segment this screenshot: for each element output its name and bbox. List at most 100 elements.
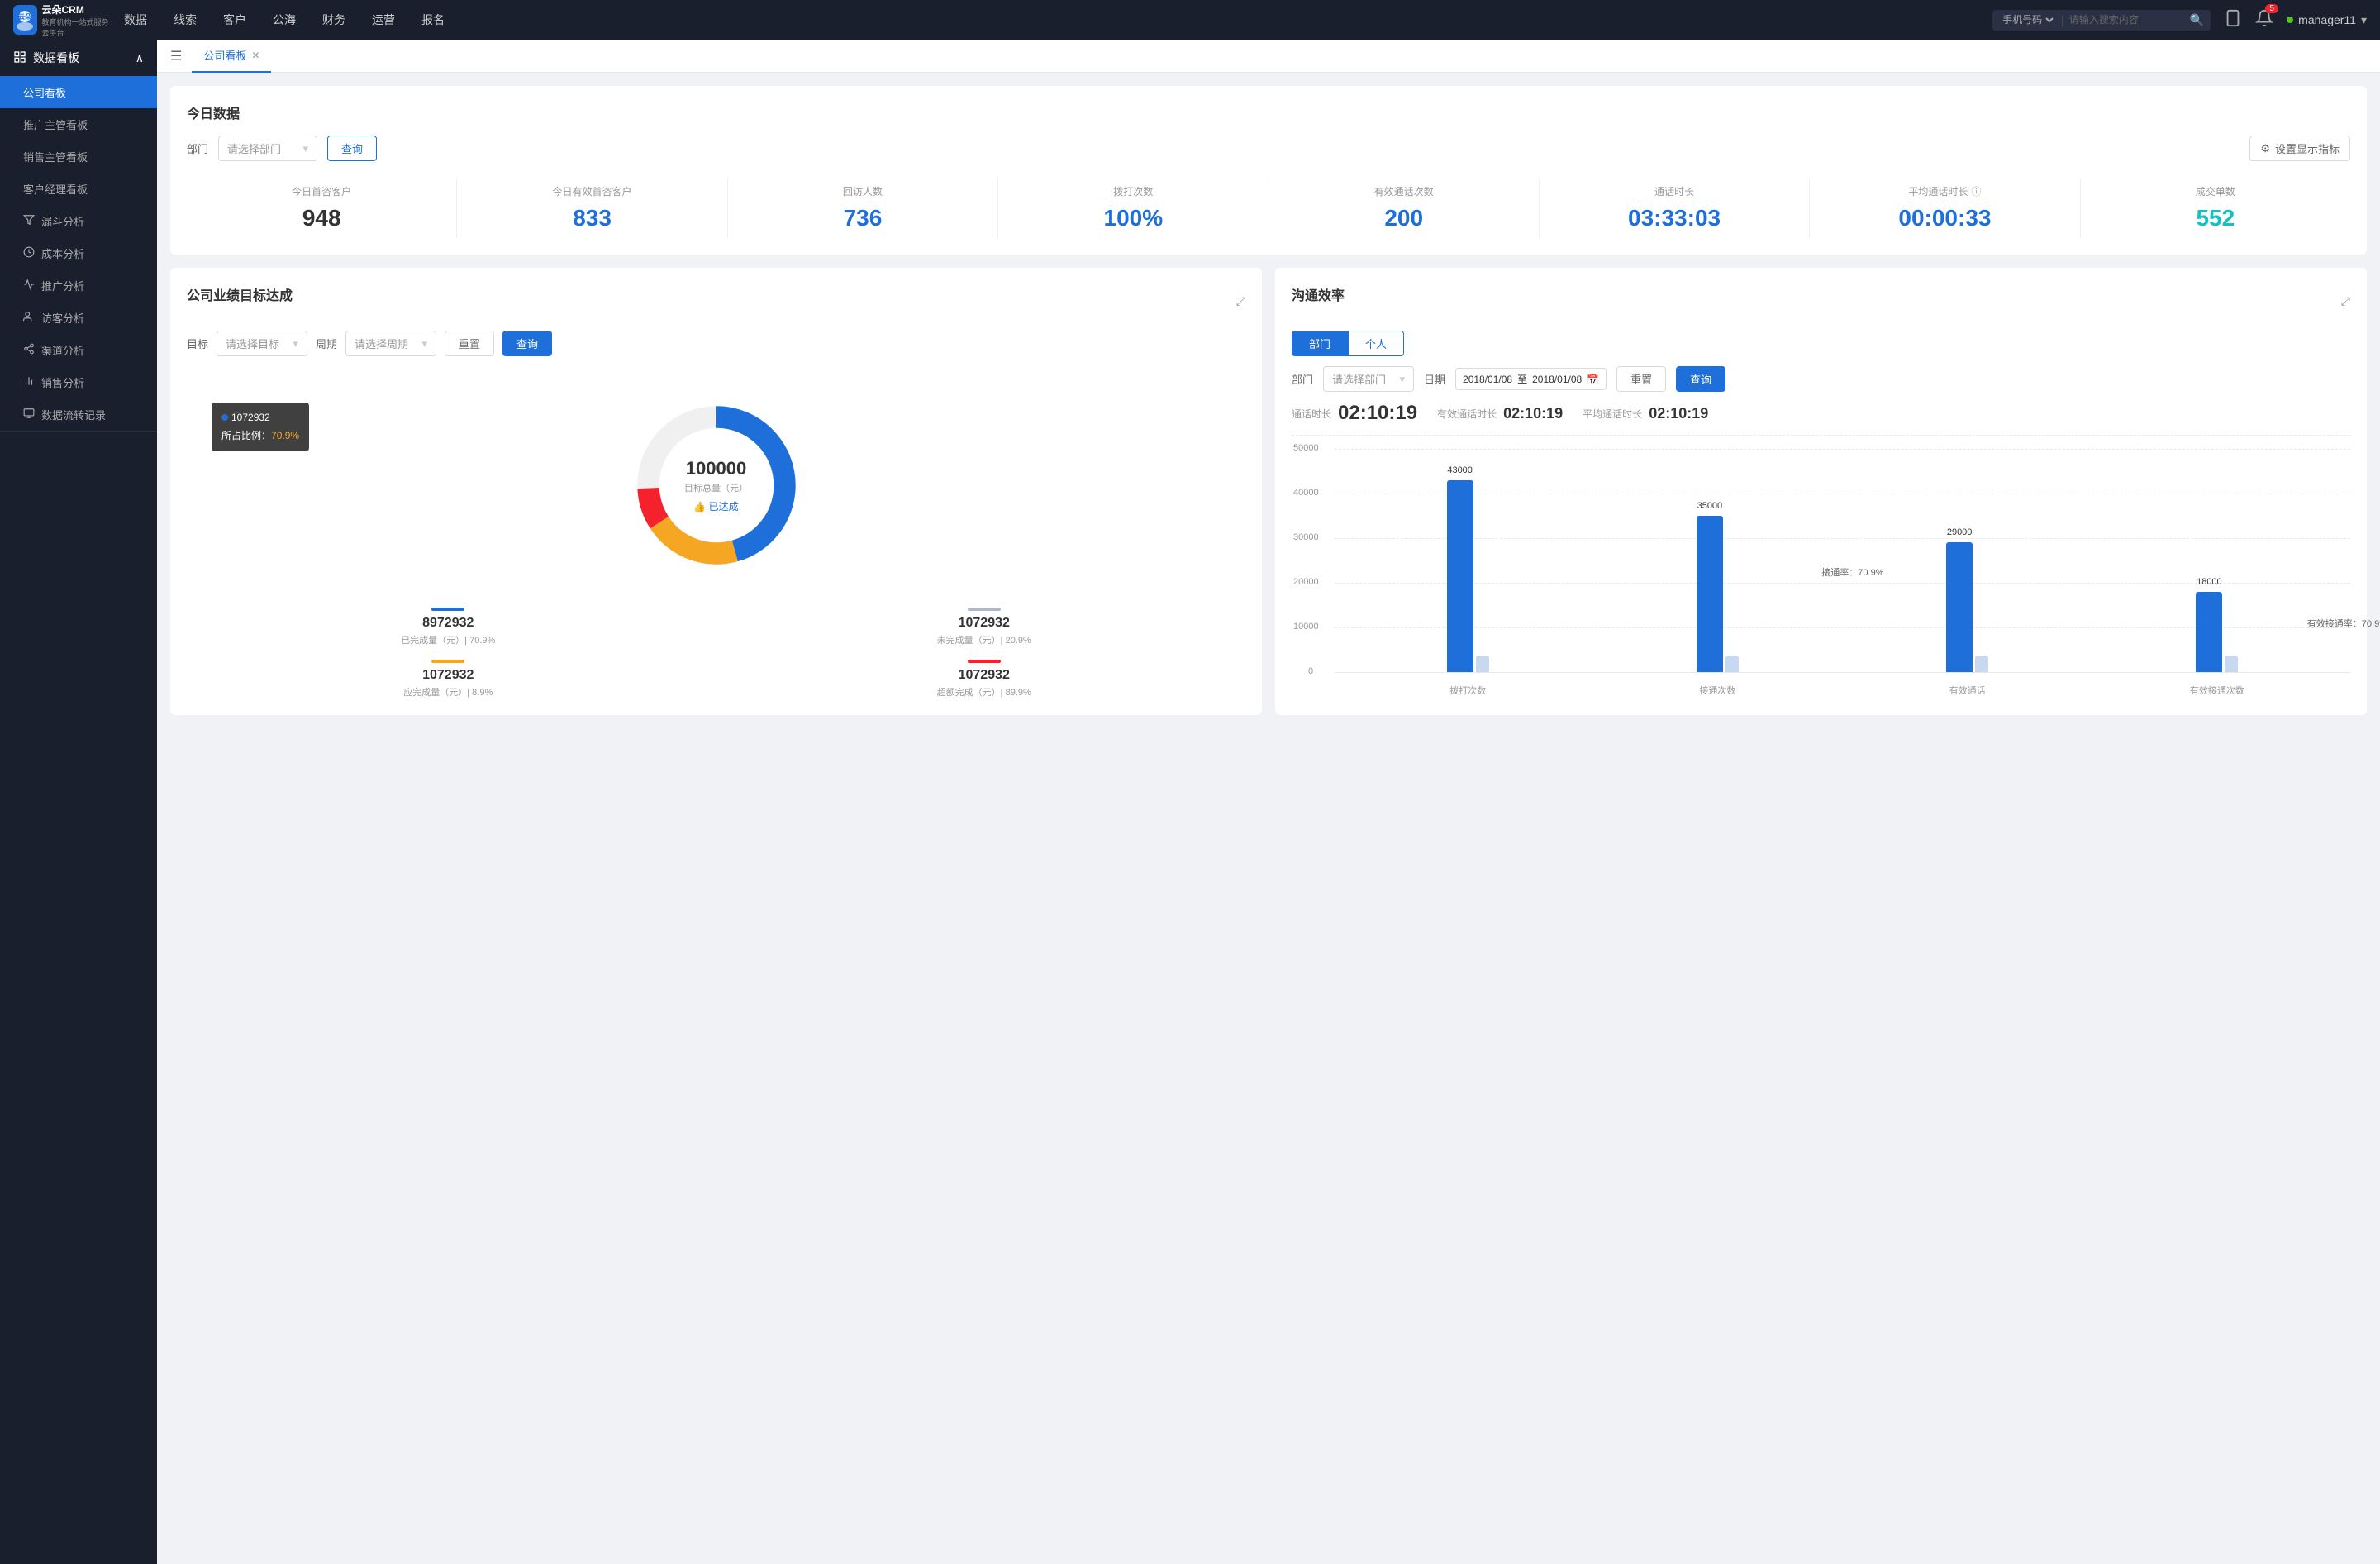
bar-connect-secondary [1726, 656, 1739, 672]
nav-item-leads[interactable]: 线索 [162, 7, 208, 33]
funnel-icon [23, 214, 35, 228]
nav-items: 数据 线索 客户 公海 财务 运营 报名 [112, 7, 1992, 33]
bar-group-effective: 29000 [1843, 542, 2092, 672]
y-label-0: 0 [1308, 666, 1313, 676]
promo-manager-label: 推广主管看板 [23, 117, 88, 132]
bar-group-effective-connect: 18000 有效接通率：70.9% [2092, 592, 2342, 672]
mobile-icon[interactable] [2224, 9, 2242, 31]
comm-dept-label: 部门 [1292, 371, 1313, 387]
avg-duration-group: 平均通话时长 02:10:19 [1583, 405, 1708, 422]
sidebar-item-company-board[interactable]: 公司看板 [0, 76, 157, 108]
search-type-select[interactable]: 手机号码 [1999, 13, 2056, 26]
remaining-line [968, 608, 1001, 611]
sidebar: 数据看板 ∧ 公司看板 推广主管看板 销售主管看板 客户经理看板 [0, 40, 157, 1564]
calendar-icon[interactable]: 📅 [1587, 374, 1599, 385]
sidebar-item-visitor[interactable]: 访客分析 [0, 302, 157, 334]
top-nav: 云朵 云朵CRM 教育机构一站式服务云平台 数据 线索 客户 公海 财务 运营 … [0, 0, 2380, 40]
target-select[interactable]: 请选择目标 ▾ [217, 331, 307, 356]
nav-item-public[interactable]: 公海 [261, 7, 307, 33]
comm-dept-select[interactable]: 请选择部门 ▾ [1323, 366, 1414, 392]
period-select[interactable]: 请选择周期 ▾ [345, 331, 436, 356]
comm-tab-person[interactable]: 个人 [1348, 331, 1404, 356]
tab-bar: ☰ 公司看板 ✕ [157, 40, 2380, 73]
sidebar-section-header[interactable]: 数据看板 ∧ [0, 40, 157, 76]
sidebar-item-data-flow[interactable]: 数据流转记录 [0, 398, 157, 431]
tab-close-icon[interactable]: ✕ [251, 50, 259, 61]
dept-select[interactable]: 请选择部门 ▾ [218, 136, 317, 161]
performance-reset-btn[interactable]: 重置 [445, 331, 494, 356]
comm-reset-btn[interactable]: 重置 [1616, 366, 1666, 392]
y-label-50000: 50000 [1293, 443, 1319, 453]
main-panel: ☰ 公司看板 ✕ 今日数据 部门 请选择部门 ▾ 查询 ⚙ [157, 40, 2380, 1564]
search-icon[interactable]: 🔍 [2190, 13, 2204, 27]
comm-query-btn[interactable]: 查询 [1676, 366, 1726, 392]
today-query-btn[interactable]: 查询 [327, 136, 377, 161]
nav-item-data[interactable]: 数据 [112, 7, 159, 33]
donut-tooltip: 1072932 所占比例：70.9% [212, 403, 309, 451]
sidebar-item-cost[interactable]: 成本分析 [0, 237, 157, 269]
tab-toggle-icon[interactable]: ☰ [170, 48, 182, 64]
sidebar-item-account-manager[interactable]: 客户经理看板 [0, 173, 157, 205]
date-range[interactable]: 2018/01/08 至 2018/01/08 📅 [1455, 368, 1606, 390]
bar-dial-main [1447, 480, 1473, 672]
sidebar-item-funnel[interactable]: 漏斗分析 [0, 205, 157, 237]
comm-tabs: 部门 个人 [1292, 331, 2350, 356]
notification-icon[interactable]: 5 [2255, 9, 2273, 31]
avg-duration-help-icon[interactable]: ⓘ [1971, 184, 1981, 198]
stat-revisit-label: 回访人数 [735, 184, 991, 198]
user-dropdown-icon[interactable]: ▾ [2361, 13, 2367, 27]
two-col-section: 公司业绩目标达成 ⤢ 目标 请选择目标 ▾ 周期 请选择周期 ▾ [170, 268, 2367, 728]
stat-deals: 成交单数 552 [2081, 178, 2350, 238]
period-label: 周期 [316, 336, 337, 351]
stat-call-duration: 通话时长 03:33:03 [1540, 178, 1810, 238]
comm-title: 沟通效率 [1292, 284, 1345, 304]
main-content: 今日数据 部门 请选择部门 ▾ 查询 ⚙ 设置显示指标 今日首咨客户 [157, 73, 2380, 1564]
username: manager11 [2298, 13, 2356, 26]
y-label-10000: 10000 [1293, 622, 1319, 632]
effective-value: 02:10:19 [1503, 405, 1563, 422]
stat-avg-duration-label: 平均通话时长 ⓘ [1816, 184, 2073, 198]
sales-icon [23, 375, 35, 389]
user-info[interactable]: manager11 ▾ [2287, 13, 2367, 27]
bar-effective-secondary [1975, 656, 1988, 672]
search-input[interactable] [2069, 14, 2185, 26]
logo: 云朵 云朵CRM 教育机构一站式服务云平台 [13, 2, 112, 38]
nav-item-signup[interactable]: 报名 [410, 7, 456, 33]
date-start: 2018/01/08 [1463, 374, 1512, 385]
sidebar-item-channel[interactable]: 渠道分析 [0, 334, 157, 366]
nav-item-ops[interactable]: 运营 [360, 7, 407, 33]
section-collapse-icon[interactable]: ∧ [136, 51, 144, 65]
sidebar-item-sales-analysis[interactable]: 销售分析 [0, 366, 157, 398]
sidebar-section-dashboard: 数据看板 ∧ 公司看板 推广主管看板 销售主管看板 客户经理看板 [0, 40, 157, 432]
x-label-eff-connect: 有效接通次数 [2092, 684, 2342, 697]
x-label-dial: 拨打次数 [1343, 684, 1592, 697]
nav-item-finance[interactable]: 财务 [311, 7, 357, 33]
performance-query-btn[interactable]: 查询 [502, 331, 552, 356]
sidebar-item-promo-analysis[interactable]: 推广分析 [0, 269, 157, 302]
remaining-label: 未完成量（元）| 20.9% [723, 633, 1246, 646]
nav-item-customers[interactable]: 客户 [212, 7, 258, 33]
dashboard-icon [13, 50, 26, 66]
sidebar-item-promo-manager[interactable]: 推广主管看板 [0, 108, 157, 141]
performance-expand-icon[interactable]: ⤢ [1236, 294, 1245, 308]
bar-connect-label: 35000 [1697, 501, 1723, 511]
svg-text:云朵: 云朵 [18, 12, 31, 21]
today-filter-row: 部门 请选择部门 ▾ 查询 ⚙ 设置显示指标 [187, 136, 2350, 161]
y-label-20000: 20000 [1293, 577, 1319, 587]
stat-first-consult-value: 948 [193, 205, 450, 231]
sidebar-item-sales-manager[interactable]: 销售主管看板 [0, 141, 157, 173]
comm-expand-icon[interactable]: ⤢ [2341, 294, 2350, 308]
completed-line [431, 608, 464, 611]
performance-card: 公司业绩目标达成 ⤢ 目标 请选择目标 ▾ 周期 请选择周期 ▾ [170, 268, 1262, 715]
tooltip-pct-label: 所占比例： [221, 430, 271, 441]
tab-company-board[interactable]: 公司看板 ✕ [192, 40, 271, 73]
date-end: 2018/01/08 [1532, 374, 1582, 385]
donut-stat-remaining: 1072932 未完成量（元）| 20.9% [723, 608, 1246, 646]
settings-indicator-btn[interactable]: ⚙ 设置显示指标 [2249, 136, 2350, 161]
comm-tab-dept[interactable]: 部门 [1292, 331, 1348, 356]
stat-first-consult-label: 今日首咨客户 [193, 184, 450, 198]
donut-stat-required: 1072932 应完成量（元）| 8.9% [187, 660, 710, 699]
donut-chart: 1072932 所占比例：70.9% [187, 370, 1245, 601]
completed-label: 已完成量（元）| 70.9% [187, 633, 710, 646]
donut-center-label: 目标总量（元） [684, 481, 748, 494]
